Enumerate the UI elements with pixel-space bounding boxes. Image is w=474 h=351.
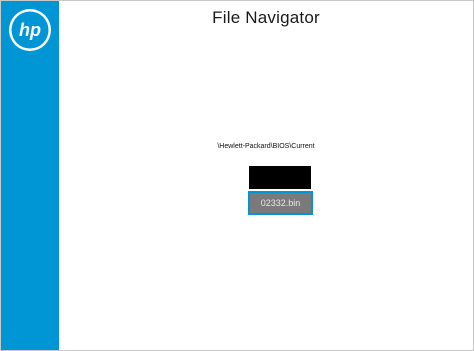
hp-logo-icon: hp — [9, 9, 51, 51]
page-title: File Navigator — [212, 8, 320, 27]
file-list-item-blank[interactable] — [249, 166, 311, 189]
hp-logo-text: hp — [19, 20, 41, 40]
brand-sidebar: hp — [1, 1, 59, 350]
current-path-label: \Hewlett-Packard\BIOS\Current — [217, 143, 315, 150]
file-navigator-window: hp File Navigator \Hewlett-Packard\BIOS\… — [0, 0, 474, 351]
file-list-item-selected[interactable]: 02332.bin — [248, 191, 313, 215]
